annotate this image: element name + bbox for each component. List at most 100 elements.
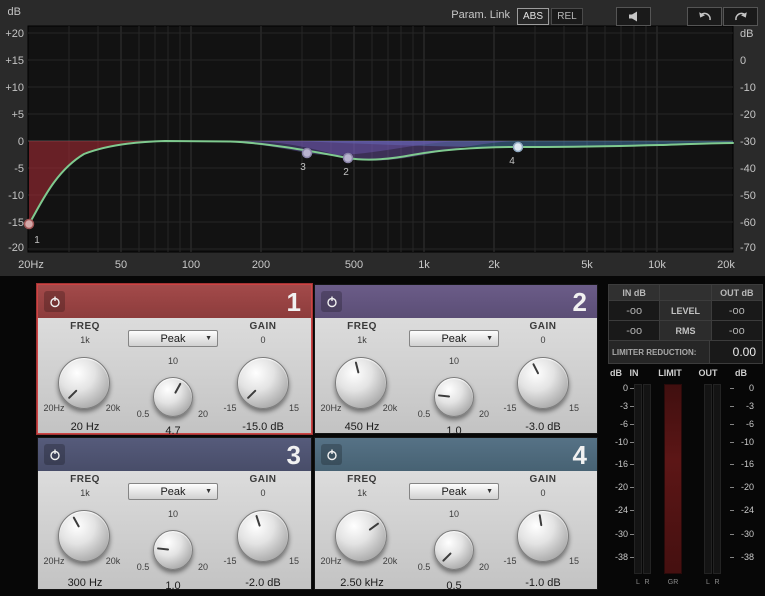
filter-type-dropdown[interactable]: Peak ▼ xyxy=(128,483,218,500)
db-scale-left: dB +20 +15 +10 +5 0 -5 -10 -15 -20 xyxy=(5,6,24,254)
filter-type-value: Peak xyxy=(160,332,186,345)
rel-button[interactable]: REL xyxy=(551,8,583,25)
gain-knob[interactable] xyxy=(517,510,569,562)
q-min-tick: 0.5 xyxy=(417,562,431,572)
eq-band-panel-3: 3 FREQ 1k 20Hz 20k 300 Hz Peak ▼ 10 0.5 … xyxy=(37,437,312,592)
limiter-reduction-bar xyxy=(664,384,682,574)
svg-text:0: 0 xyxy=(740,55,746,67)
meter-bottom-label-r1: R xyxy=(644,579,650,586)
meter-scale-left: -10 xyxy=(610,437,634,447)
gain-knob[interactable] xyxy=(237,510,289,562)
meter-scale-left: -30 xyxy=(610,529,634,539)
q-knob[interactable] xyxy=(434,377,474,417)
svg-text:-20: -20 xyxy=(8,242,24,254)
svg-text:2k: 2k xyxy=(488,259,500,271)
level-out-value: -oo xyxy=(711,301,762,320)
band1-power-button[interactable] xyxy=(44,291,65,312)
chevron-down-icon: ▼ xyxy=(205,335,212,342)
q-center-tick: 10 xyxy=(448,509,459,519)
out-db-header: OUT dB xyxy=(711,285,762,300)
freq-knob[interactable] xyxy=(335,357,387,409)
band-number: 3 xyxy=(286,439,301,470)
meter-bottom-label-r2: R xyxy=(714,579,720,586)
meter-scale-right: -16 xyxy=(730,459,754,469)
band-number: 1 xyxy=(286,286,301,317)
meter-scale-right: -6 xyxy=(730,419,754,429)
out-meter-right-bar xyxy=(713,384,721,574)
chevron-down-icon: ▼ xyxy=(205,488,212,495)
meter-scale-left: -20 xyxy=(610,482,634,492)
svg-text:+5: +5 xyxy=(11,109,24,121)
gain-knob[interactable] xyxy=(517,357,569,409)
filter-type-value: Peak xyxy=(441,485,467,498)
freq-max-tick: 20k xyxy=(382,556,398,566)
svg-text:50: 50 xyxy=(115,259,127,271)
filter-type-dropdown[interactable]: Peak ▼ xyxy=(409,330,499,347)
svg-text:dB: dB xyxy=(8,6,21,18)
band4-power-button[interactable] xyxy=(321,444,342,465)
svg-text:dB: dB xyxy=(740,28,753,40)
q-value: 4.7 xyxy=(165,425,181,437)
redo-button[interactable] xyxy=(723,7,758,26)
svg-text:1: 1 xyxy=(34,235,40,246)
meter-scale-right: -20 xyxy=(730,482,754,492)
freq-min-tick: 20Hz xyxy=(320,403,342,413)
filter-type-dropdown[interactable]: Peak ▼ xyxy=(409,483,499,500)
eq-marker-2[interactable] xyxy=(342,152,354,164)
svg-text:+10: +10 xyxy=(5,82,24,94)
meter-col-db-left: dB xyxy=(610,368,622,378)
band2-power-button[interactable] xyxy=(321,291,342,312)
gain-value: -3.0 dB xyxy=(525,421,561,433)
svg-text:-40: -40 xyxy=(740,163,756,175)
freq-knob[interactable] xyxy=(58,510,110,562)
band-number: 2 xyxy=(572,286,587,317)
freq-knob[interactable] xyxy=(58,357,110,409)
svg-text:-30: -30 xyxy=(740,136,756,148)
q-max-tick: 20 xyxy=(197,409,208,419)
band3-power-button[interactable] xyxy=(44,444,65,465)
filter-type-dropdown[interactable]: Peak ▼ xyxy=(128,330,218,347)
eq-curve-display: 1 2 3 4 dB +20 +15 +10 +5 0 -5 -10 -15 -… xyxy=(5,6,756,271)
eq-marker-4[interactable] xyxy=(512,141,524,153)
meter-header-spacer xyxy=(660,285,711,300)
freq-min-tick: 20Hz xyxy=(320,556,342,566)
freq-max-tick: 20k xyxy=(382,403,398,413)
chevron-down-icon: ▼ xyxy=(486,335,493,342)
freq-label: FREQ xyxy=(70,474,100,485)
param-link-label: Param. Link xyxy=(451,9,510,21)
q-knob[interactable] xyxy=(153,530,193,570)
eq-marker-3[interactable] xyxy=(301,147,313,159)
limiter-reduction-label: LIMITER REDUCTION: xyxy=(609,341,709,363)
eq-marker-1[interactable] xyxy=(23,218,35,230)
abs-button[interactable]: ABS xyxy=(517,8,549,25)
out-meter-left-bar xyxy=(704,384,712,574)
svg-text:-50: -50 xyxy=(740,190,756,202)
gain-value: -1.0 dB xyxy=(525,577,561,589)
svg-text:3: 3 xyxy=(300,162,306,173)
gain-center-tick: 0 xyxy=(540,488,546,498)
freq-label: FREQ xyxy=(70,321,100,332)
eq-band-panel-2: 2 FREQ 1k 20Hz 20k 450 Hz Peak ▼ 10 0.5 … xyxy=(314,284,598,437)
q-knob[interactable] xyxy=(434,530,474,570)
speaker-icon xyxy=(628,11,637,22)
gain-max-tick: 15 xyxy=(568,403,579,413)
meter-scale-left: -24 xyxy=(610,505,634,515)
svg-text:-15: -15 xyxy=(8,217,24,229)
q-knob[interactable] xyxy=(153,377,193,417)
monitor-button[interactable] xyxy=(616,7,651,26)
meter-scale-right: -10 xyxy=(730,437,754,447)
gain-label: GAIN xyxy=(249,474,277,485)
freq-max-tick: 20k xyxy=(105,556,121,566)
eq-band-panel-4: 4 FREQ 1k 20Hz 20k 2.50 kHz Peak ▼ 10 0.… xyxy=(314,437,598,592)
svg-text:200: 200 xyxy=(252,259,270,271)
q-center-tick: 10 xyxy=(448,356,459,366)
gain-value: -15.0 dB xyxy=(242,421,284,433)
svg-text:-20: -20 xyxy=(740,109,756,121)
freq-knob[interactable] xyxy=(335,510,387,562)
svg-text:-60: -60 xyxy=(740,217,756,229)
gain-min-tick: -15 xyxy=(503,556,517,566)
meter-scale-left: -38 xyxy=(610,552,634,562)
gain-knob[interactable] xyxy=(237,357,289,409)
undo-button[interactable] xyxy=(687,7,722,26)
svg-text:500: 500 xyxy=(345,259,363,271)
